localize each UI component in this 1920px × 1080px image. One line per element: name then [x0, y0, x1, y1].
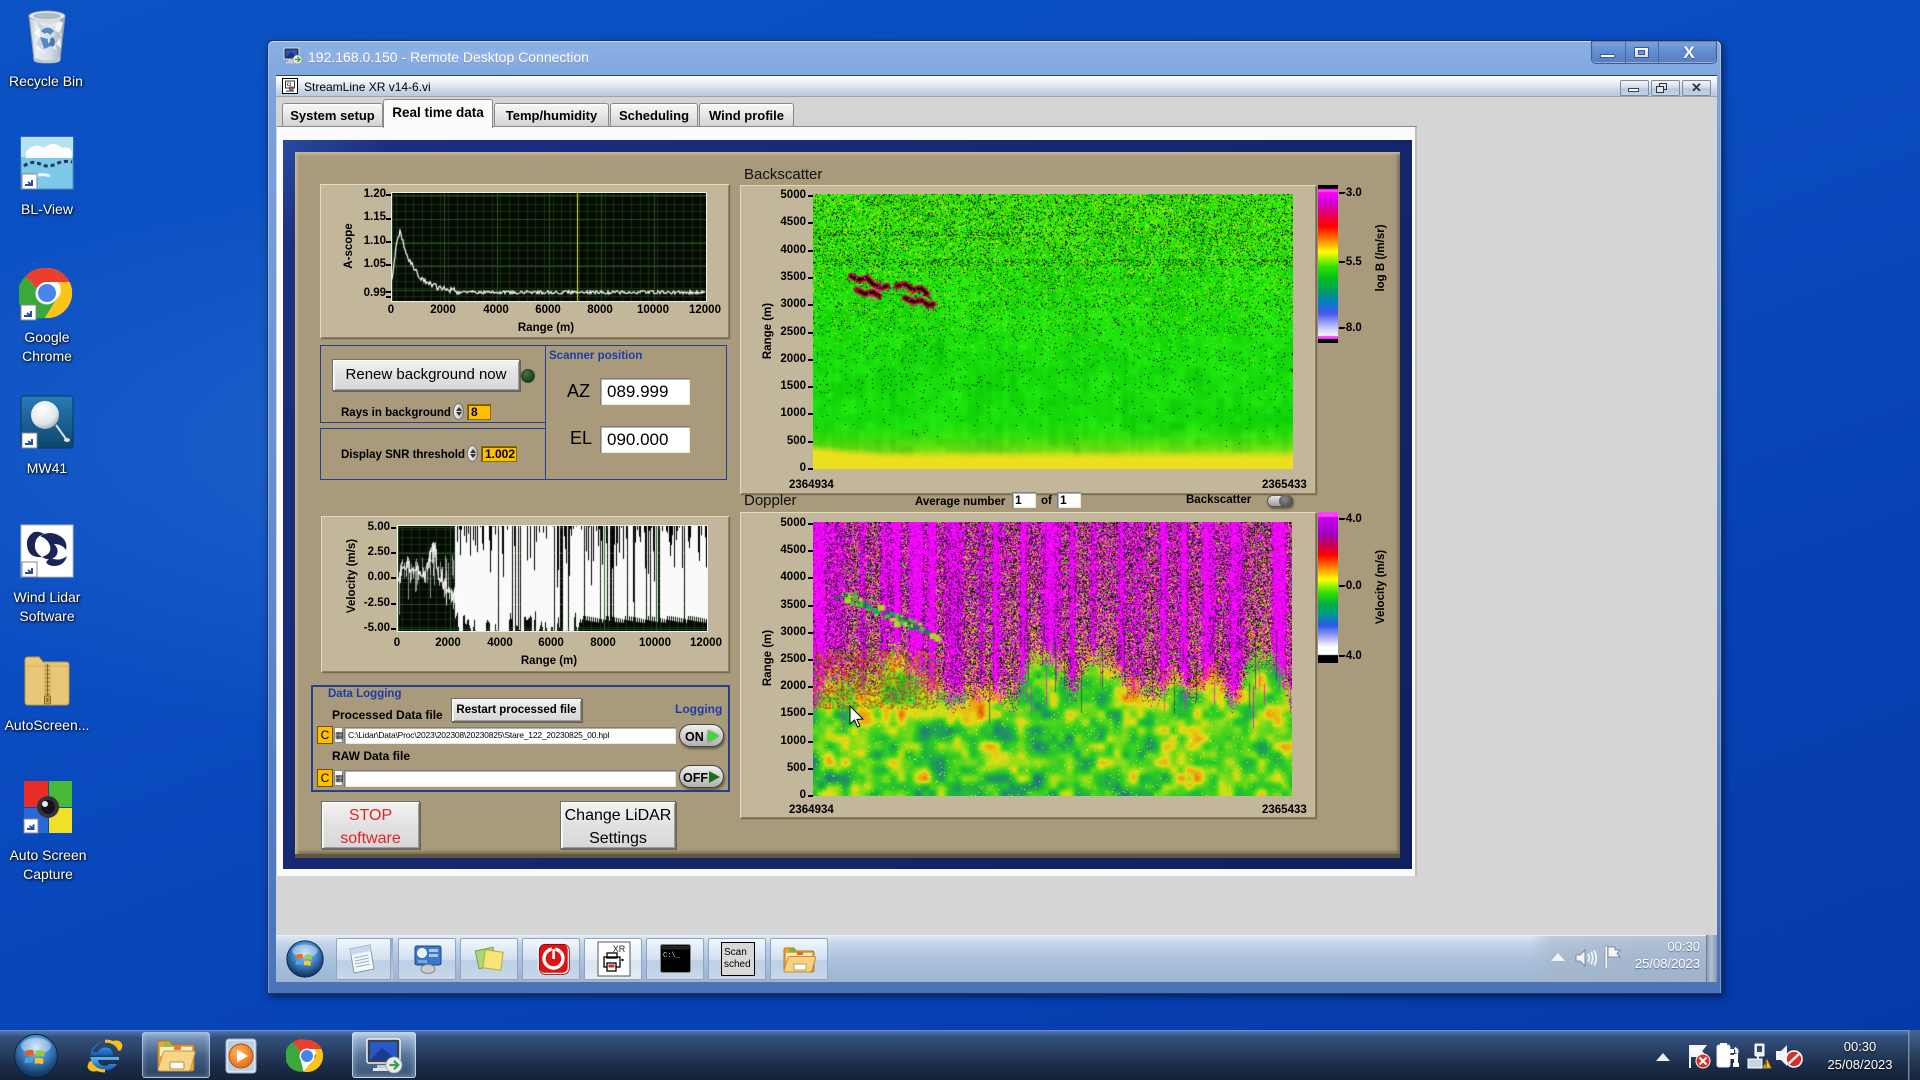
svg-text:!: !	[1765, 1062, 1767, 1069]
svg-text:C:\_: C:\_	[663, 952, 681, 960]
